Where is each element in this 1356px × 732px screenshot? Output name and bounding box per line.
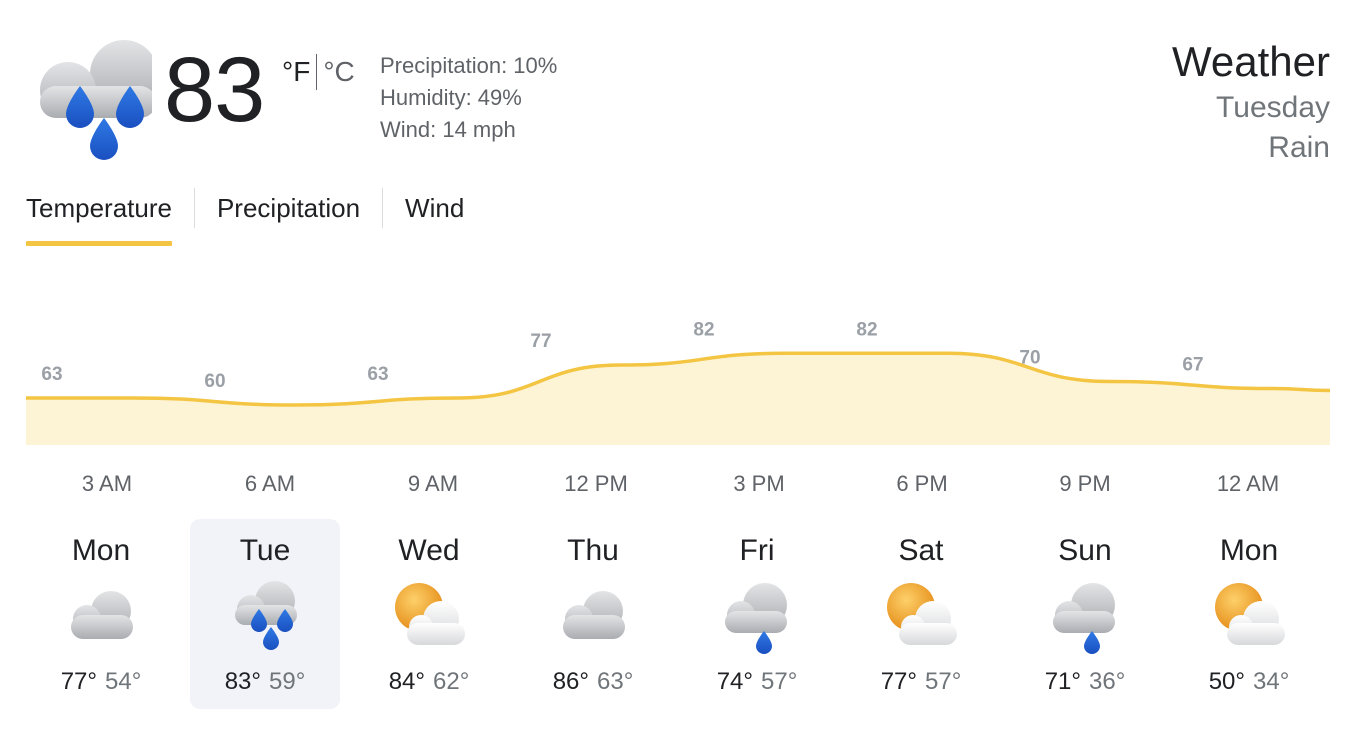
partly-cloudy-icon [1209, 579, 1289, 655]
tab-divider [382, 188, 384, 228]
current-condition: Rain [1268, 131, 1330, 164]
showers-icon [717, 579, 797, 655]
humidity-text: Humidity: 49% [380, 85, 522, 110]
unit-fahrenheit[interactable]: °F [282, 52, 310, 92]
day-temperatures: 84° 62° [354, 665, 504, 699]
hour-axis: 3 AM 6 AM 9 AM 12 PM 3 PM 6 PM 9 PM 12 AM [0, 466, 1356, 502]
low-temperature: 34° [1253, 668, 1290, 695]
chart-value-label: 67 [1182, 355, 1203, 376]
day-temperatures: 50° 34° [1174, 665, 1324, 699]
day-name: Thu [567, 534, 619, 567]
day-temperatures: 83° 59° [190, 665, 340, 699]
high-temperature: 84° [388, 668, 425, 695]
day-temperatures: 71° 36° [1010, 665, 1160, 699]
hour-label: 12 AM [1216, 471, 1280, 496]
day-card-mon[interactable]: Mon 77° 54° [26, 519, 176, 709]
day-temperatures: 77° 54° [26, 665, 176, 699]
chart-value-label: 77 [530, 331, 551, 352]
tab-temperature[interactable]: Temperature [26, 186, 172, 246]
day-card-tue[interactable]: Tue 83° 59° [190, 519, 340, 709]
day-name: Wed [398, 534, 460, 567]
day-card-sun[interactable]: Sun 71° 36° [1010, 519, 1160, 709]
unit-toggle: °F °C [282, 52, 355, 92]
day-temperatures: 86° 63° [518, 665, 668, 699]
day-card-fri[interactable]: Fri 74° 57° [682, 519, 832, 709]
hour-label: 3 PM [733, 471, 785, 496]
day-card-thu[interactable]: Thu 86° 63° [518, 519, 668, 709]
hour-label: 12 PM [564, 471, 628, 496]
low-temperature: 57° [761, 668, 798, 695]
day-name: Sat [898, 534, 944, 567]
day-name: Mon [1219, 534, 1279, 567]
chart-value-label: 63 [41, 364, 62, 385]
day-name: Sun [1058, 534, 1112, 567]
high-temperature: 86° [552, 668, 589, 695]
tab-wind[interactable]: Wind [405, 186, 464, 230]
hour-label: 9 PM [1059, 471, 1111, 496]
day-name: Mon [71, 534, 131, 567]
high-temperature: 74° [716, 668, 753, 695]
current-temperature: 83 [164, 39, 265, 141]
weather-title: Weather [1172, 38, 1330, 85]
chart-value-label: 82 [693, 319, 714, 340]
high-temperature: 71° [1044, 668, 1081, 695]
chart-value-label: 82 [856, 319, 877, 340]
tab-precipitation[interactable]: Precipitation [217, 186, 360, 230]
low-temperature: 57° [925, 668, 962, 695]
cloudy-icon [553, 579, 633, 655]
low-temperature: 63° [597, 668, 634, 695]
low-temperature: 36° [1089, 668, 1126, 695]
precipitation-text: Precipitation: 10% [380, 53, 558, 78]
temperature-chart: 63 60 63 77 82 82 70 67 [25, 319, 1331, 445]
showers-icon [1045, 579, 1125, 655]
high-temperature: 77° [60, 668, 97, 695]
tab-divider [193, 188, 195, 228]
cloudy-icon [61, 579, 141, 655]
partly-cloudy-icon [881, 579, 961, 655]
hour-label: 9 AM [407, 471, 459, 496]
wind-text: Wind: 14 mph [380, 117, 516, 142]
day-card-mon[interactable]: Mon 50° 34° [1174, 519, 1324, 709]
current-day: Tuesday [1216, 91, 1330, 124]
weather-heading: Weather Tuesday Rain [1172, 36, 1330, 168]
high-temperature: 83° [224, 668, 261, 695]
chart-tabs: Temperature Precipitation Wind [26, 186, 464, 246]
rain-icon [22, 30, 158, 160]
high-temperature: 77° [880, 668, 917, 695]
day-temperatures: 74° 57° [682, 665, 832, 699]
low-temperature: 54° [105, 668, 142, 695]
chart-value-label: 63 [367, 364, 388, 385]
current-details: Precipitation: 10% Humidity: 49% Wind: 1… [380, 50, 557, 146]
hour-label: 6 PM [896, 471, 948, 496]
high-temperature: 50° [1208, 668, 1245, 695]
rain-icon [225, 579, 305, 655]
chart-area [26, 353, 1330, 445]
hour-label: 3 AM [81, 471, 133, 496]
unit-divider [316, 54, 318, 90]
day-card-wed[interactable]: Wed 84° 62° [354, 519, 504, 709]
partly-cloudy-icon [389, 579, 469, 655]
chart-value-label: 70 [1019, 348, 1040, 369]
day-name: Tue [239, 534, 291, 567]
unit-celsius[interactable]: °C [323, 52, 354, 92]
chart-value-label: 60 [204, 371, 225, 392]
hour-label: 6 AM [244, 471, 296, 496]
day-card-sat[interactable]: Sat 77° 57° [846, 519, 996, 709]
low-temperature: 59° [269, 668, 306, 695]
day-temperatures: 77° 57° [846, 665, 996, 699]
day-name: Fri [739, 534, 775, 567]
low-temperature: 62° [433, 668, 470, 695]
